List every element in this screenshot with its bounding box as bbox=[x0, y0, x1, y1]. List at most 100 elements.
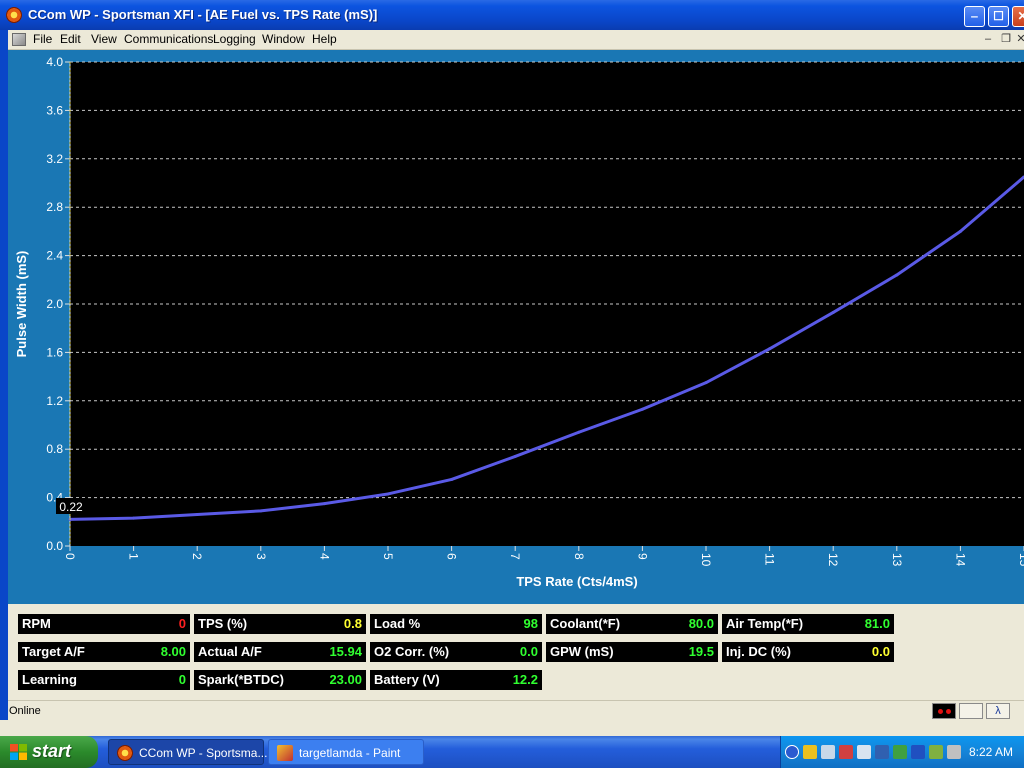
update-icon[interactable] bbox=[893, 745, 907, 759]
mdi-minimize-button[interactable]: – bbox=[981, 33, 995, 46]
gauge-label: RPM bbox=[22, 616, 51, 631]
ccom-icon bbox=[117, 745, 133, 761]
gauge-actual-a-f[interactable]: Actual A/F 15.94 bbox=[194, 642, 366, 662]
y-tick-label: 3.2 bbox=[46, 152, 63, 166]
system-tray: 8:22 AM bbox=[780, 736, 1024, 768]
app-tray-icon[interactable] bbox=[929, 745, 943, 759]
x-tick-label: 1 bbox=[127, 553, 141, 560]
gauge-label: Target A/F bbox=[22, 644, 85, 659]
gauge-label: Battery (V) bbox=[374, 672, 440, 687]
network-icon[interactable] bbox=[821, 745, 835, 759]
paint-icon bbox=[277, 745, 293, 761]
gauge-value: 81.0 bbox=[864, 616, 890, 631]
menu-help[interactable]: Help bbox=[312, 32, 337, 46]
menu-window[interactable]: Window bbox=[262, 32, 305, 46]
start-button[interactable]: start bbox=[0, 736, 98, 768]
ae-fuel-chart[interactable]: 0.00.40.81.21.62.02.42.83.23.64.00 1 2 3 4 5 6… bbox=[8, 50, 1024, 604]
x-tick-label: 10 bbox=[699, 553, 713, 567]
plug-icon[interactable] bbox=[959, 703, 983, 719]
y-tick-label: 0.0 bbox=[46, 539, 63, 553]
gauge-value: 0.0 bbox=[519, 644, 538, 659]
x-tick-label: 3 bbox=[254, 553, 268, 560]
gauge-value: 98 bbox=[523, 616, 538, 631]
x-tick-label: 0 bbox=[63, 553, 77, 560]
y-tick-label: 4.0 bbox=[46, 55, 63, 69]
menu-communications[interactable]: Communications bbox=[124, 32, 213, 46]
windows-logo-icon bbox=[10, 744, 27, 760]
tray-expand-icon[interactable] bbox=[785, 745, 799, 759]
data-point bbox=[132, 516, 136, 520]
display-icon[interactable] bbox=[947, 745, 961, 759]
x-tick-label: 12 bbox=[826, 553, 840, 567]
task-label: targetlamda - Paint bbox=[299, 746, 401, 760]
gauge-label: GPW (mS) bbox=[550, 644, 614, 659]
gauge-spark-btdc[interactable]: Spark(*BTDC) 23.00 bbox=[194, 670, 366, 690]
volume-muted-icon[interactable] bbox=[839, 745, 853, 759]
x-tick-label: 11 bbox=[763, 553, 777, 566]
star-icon[interactable] bbox=[875, 745, 889, 759]
gauge-label: Coolant(*F) bbox=[550, 616, 621, 631]
chart-panel: 0.0 0.4 0.8 1.2 1.6 2.0 2.4 2.8 3.2 3.6 4.0 0 1 2 3 4 5 6… bbox=[8, 50, 1024, 604]
screen: { "window": { "title": "CCom WP - Sports… bbox=[0, 0, 1024, 768]
document-icon[interactable] bbox=[12, 33, 26, 46]
task-label: CCom WP - Sportsma... bbox=[139, 746, 268, 760]
gauge-battery-v[interactable]: Battery (V) 12.2 bbox=[370, 670, 542, 690]
data-point bbox=[831, 310, 835, 314]
gauge-o2-corr[interactable]: O2 Corr. (%) 0.0 bbox=[370, 642, 542, 662]
menu-view[interactable]: View bbox=[91, 32, 117, 46]
y-axis-title: Pulse Width (mS) bbox=[14, 251, 29, 358]
gauge-learning[interactable]: Learning 0 bbox=[18, 670, 190, 690]
x-tick-label: 7 bbox=[508, 553, 522, 560]
cursor-value-label: 0.22 bbox=[59, 500, 83, 514]
taskbar: start CCom WP - Sportsma... targetlamda … bbox=[0, 736, 1024, 768]
x-tick-label: 14 bbox=[953, 553, 967, 567]
gauge-inj-dc[interactable]: Inj. DC (%) 0.0 bbox=[722, 642, 894, 662]
gauge-value: 19.5 bbox=[688, 644, 714, 659]
data-point bbox=[704, 381, 708, 385]
lambda-icon[interactable]: λ bbox=[986, 703, 1010, 719]
gauge-value: 0.8 bbox=[343, 616, 362, 631]
window-frame-left bbox=[0, 30, 8, 720]
y-tick-label: 2.8 bbox=[46, 200, 63, 214]
x-tick-label: 2 bbox=[190, 553, 204, 560]
mdi-close-button[interactable]: ✕ bbox=[1014, 33, 1024, 46]
app-icon[interactable] bbox=[6, 7, 22, 23]
menu-edit[interactable]: Edit bbox=[60, 32, 81, 46]
data-point bbox=[768, 347, 772, 351]
gauge-label: Actual A/F bbox=[198, 644, 262, 659]
data-point bbox=[513, 454, 517, 458]
menu-file[interactable]: File bbox=[33, 32, 52, 46]
menu-logging[interactable]: Logging bbox=[213, 32, 256, 46]
status-bar: Online λ bbox=[8, 700, 1024, 721]
connection-led-icon bbox=[932, 703, 956, 719]
gauge-label: Inj. DC (%) bbox=[726, 644, 791, 659]
mdi-restore-button[interactable]: ❐ bbox=[999, 33, 1013, 46]
gauge-coolant-f[interactable]: Coolant(*F) 80.0 bbox=[546, 614, 718, 634]
security-shield-icon[interactable] bbox=[803, 745, 817, 759]
task-ccom[interactable]: CCom WP - Sportsma... bbox=[108, 739, 268, 765]
data-point bbox=[640, 407, 644, 411]
gauge-label: TPS (%) bbox=[198, 616, 248, 631]
minimize-button[interactable]: ‒ bbox=[964, 6, 985, 27]
data-point bbox=[895, 273, 899, 277]
search-icon[interactable] bbox=[857, 745, 871, 759]
data-point bbox=[958, 229, 962, 233]
y-tick-label: 0.8 bbox=[46, 442, 63, 456]
data-point bbox=[450, 477, 454, 481]
gauge-load[interactable]: Load % 98 bbox=[370, 614, 542, 634]
gauge-tps[interactable]: TPS (%) 0.8 bbox=[194, 614, 366, 634]
close-button[interactable]: ✕ bbox=[1012, 6, 1024, 27]
connection-status: Online bbox=[9, 705, 41, 717]
gauge-gpw-ms[interactable]: GPW (mS) 19.5 bbox=[546, 642, 718, 662]
gauge-air-temp-f[interactable]: Air Temp(*F) 81.0 bbox=[722, 614, 894, 634]
gauge-label: Spark(*BTDC) bbox=[198, 672, 284, 687]
maximize-button[interactable]: ☐ bbox=[988, 6, 1009, 27]
data-point bbox=[259, 509, 263, 513]
gauge-value: 12.2 bbox=[512, 672, 538, 687]
gauge-value: 23.00 bbox=[329, 672, 362, 687]
gauge-label: Air Temp(*F) bbox=[726, 616, 804, 631]
gauge-target-a-f[interactable]: Target A/F 8.00 bbox=[18, 642, 190, 662]
task-paint[interactable]: targetlamda - Paint bbox=[268, 739, 424, 765]
battery-icon[interactable] bbox=[911, 745, 925, 759]
gauge-rpm[interactable]: RPM 0 bbox=[18, 614, 190, 634]
